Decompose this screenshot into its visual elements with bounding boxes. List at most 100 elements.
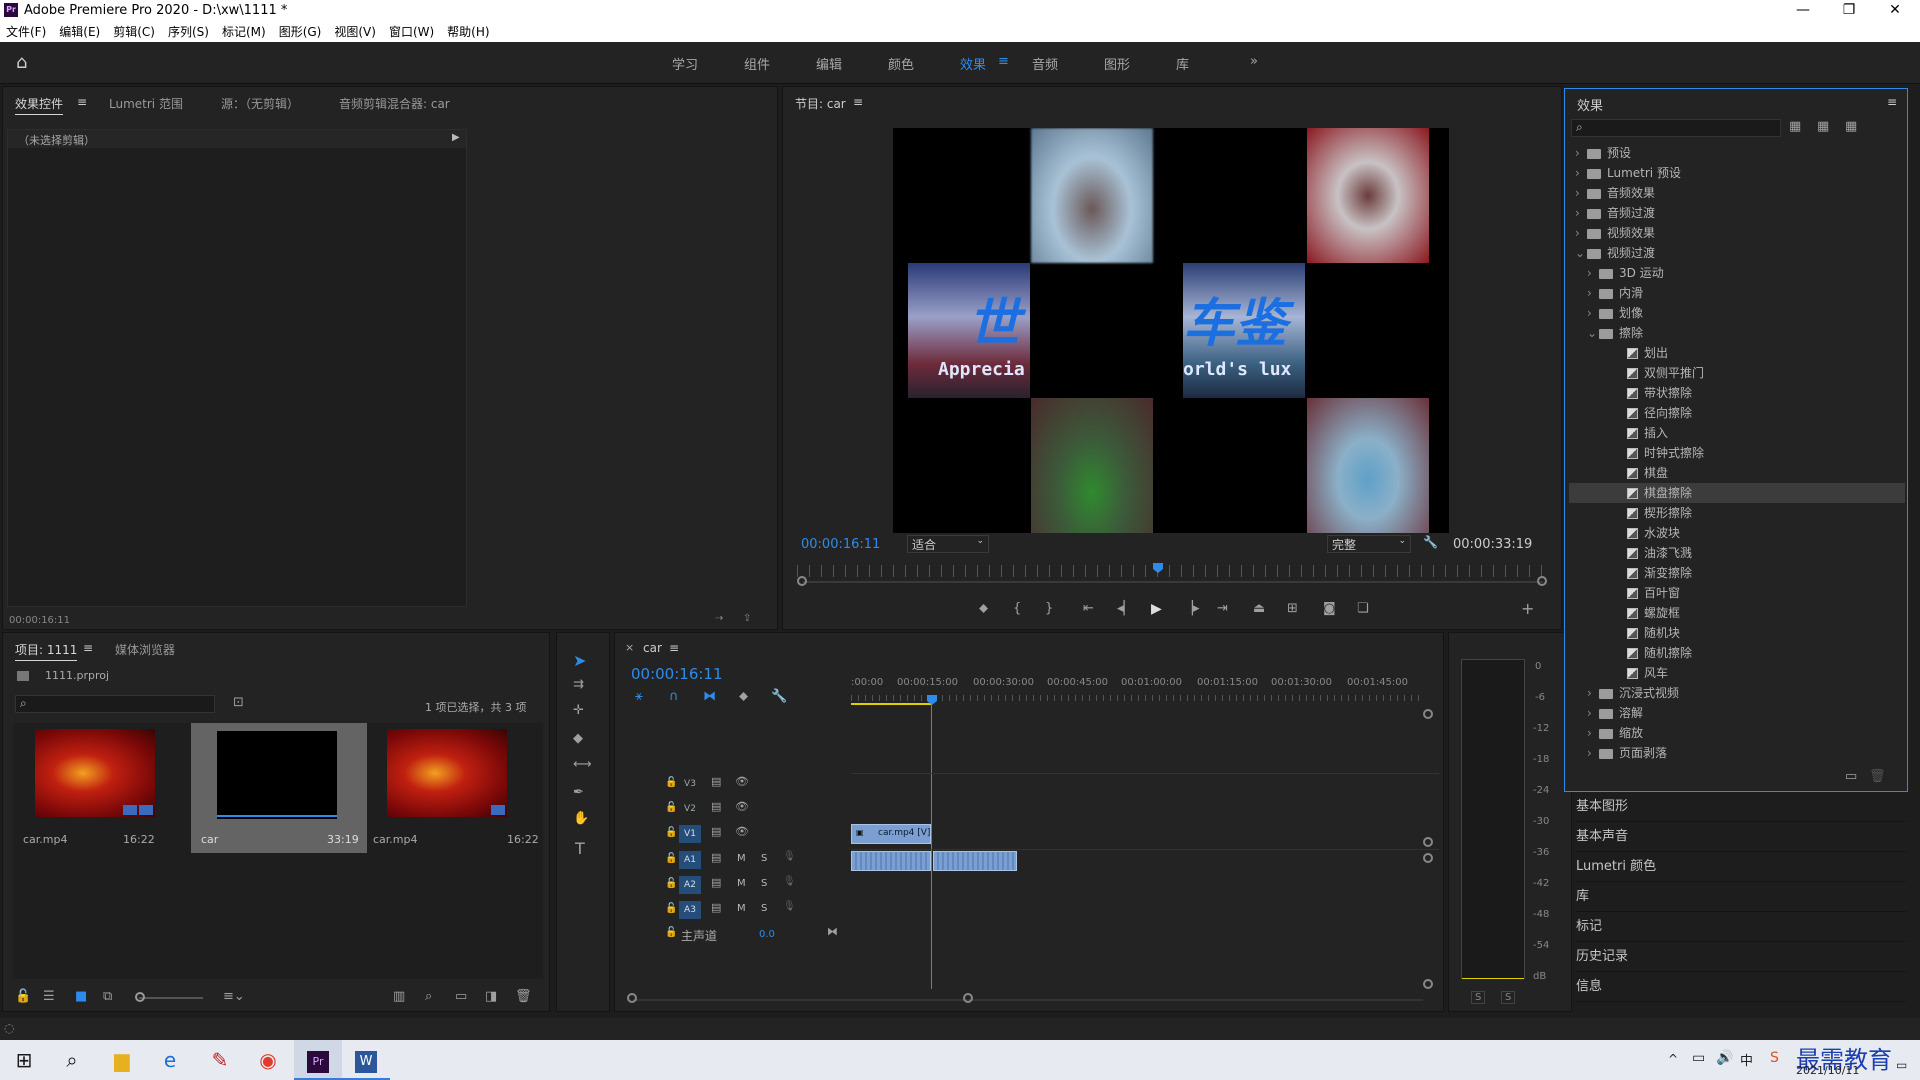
effects-folder[interactable]: › 溶解 [1569, 703, 1905, 723]
zoom-bar[interactable] [803, 581, 1543, 583]
effect-item[interactable]: 划出 [1569, 343, 1905, 363]
effects-folder[interactable]: › 内滑 [1569, 283, 1905, 303]
nest-icon[interactable]: ⚹ [635, 689, 643, 704]
file-explorer-icon[interactable]: ▆ [98, 1040, 146, 1080]
volume-icon[interactable]: 🔊 [1716, 1050, 1733, 1066]
tray-up-arrow-icon[interactable]: ^ [1668, 1052, 1678, 1066]
effect-item[interactable]: 时钟式擦除 [1569, 443, 1905, 463]
sync-lock-icon[interactable]: ▤ [711, 876, 721, 889]
play-icon[interactable]: ▶ [1151, 601, 1162, 617]
type-tool-icon[interactable]: T [575, 839, 585, 858]
solo-left-button[interactable]: S [1471, 991, 1486, 1004]
ime-indicator[interactable]: 中 [1740, 1050, 1753, 1069]
tab-lumetri-scopes[interactable]: Lumetri 范围 [109, 95, 183, 112]
workspace-audio[interactable]: 音频 [1032, 54, 1058, 73]
paint-app-icon[interactable]: ✎ [196, 1040, 244, 1080]
automate-icon[interactable]: ▥ [393, 989, 405, 1004]
menu-graphics[interactable]: 图形(G) [279, 22, 322, 42]
effects-folder[interactable]: ⌄ 视频过渡 [1569, 243, 1905, 263]
menu-window[interactable]: 窗口(W) [389, 22, 434, 42]
track-label-v1[interactable]: V1 [679, 825, 701, 843]
sync-lock-icon[interactable]: ▤ [711, 901, 721, 914]
panel-markers[interactable]: 标记 [1576, 912, 1906, 942]
mic-icon[interactable]: 🎙 [783, 851, 796, 862]
scroll-handle[interactable] [1423, 709, 1433, 719]
effects-search-input[interactable]: ⌕ [1571, 119, 1781, 137]
more-workspaces-icon[interactable]: » [1250, 54, 1258, 69]
word-taskbar-icon[interactable]: W [342, 1040, 390, 1080]
menu-edit[interactable]: 编辑(E) [59, 22, 100, 42]
panel-menu-icon[interactable]: ≡ [83, 641, 93, 655]
zoom-slider[interactable] [139, 997, 203, 999]
chevron-right-icon[interactable]: › [1587, 303, 1599, 323]
lock-icon[interactable]: 🔓 [665, 777, 677, 788]
panel-menu-icon[interactable]: ≡ [1887, 95, 1897, 109]
panel-menu-icon[interactable]: ≡ [77, 95, 87, 109]
scroll-handle[interactable] [627, 993, 637, 1003]
track-label-a3[interactable]: A3 [679, 901, 701, 919]
fit-select[interactable]: 适合 ⌄ [907, 535, 989, 553]
zoom-handle-right[interactable] [1537, 576, 1547, 586]
project-item[interactable]: car.mp4 16:22 [369, 725, 539, 853]
effect-item[interactable]: 双侧平推门 [1569, 363, 1905, 383]
panel-lumetri-color[interactable]: Lumetri 颜色 [1576, 852, 1906, 882]
effects-folder[interactable]: › 划像 [1569, 303, 1905, 323]
add-button-icon[interactable]: + [1521, 599, 1534, 618]
track-label-v3[interactable]: V3 [679, 775, 701, 793]
solo-button[interactable]: S [761, 903, 767, 914]
effect-item[interactable]: 随机擦除 [1569, 643, 1905, 663]
effects-folder[interactable]: › 视频效果 [1569, 223, 1905, 243]
ripple-edit-tool-icon[interactable]: ✛ [573, 703, 584, 718]
scroll-handle[interactable] [1423, 853, 1433, 863]
chevron-right-icon[interactable]: › [1575, 203, 1587, 223]
icon-view-icon[interactable]: ■ [75, 989, 87, 1004]
work-area-bar[interactable] [851, 703, 931, 705]
chevron-down-icon[interactable]: ⌄ [1587, 323, 1599, 343]
effect-item[interactable]: 楔形擦除 [1569, 503, 1905, 523]
chevron-right-icon[interactable]: › [1575, 223, 1587, 243]
sync-lock-icon[interactable]: ▤ [711, 851, 721, 864]
lock-icon[interactable]: 🔓 [665, 903, 677, 914]
maximize-button[interactable]: ❐ [1826, 0, 1872, 22]
new-bin-icon[interactable]: ▭ [455, 989, 467, 1004]
effect-item[interactable]: 油漆飞溅 [1569, 543, 1905, 563]
lift-icon[interactable]: ⏏ [1253, 601, 1265, 616]
timeline-ruler[interactable]: :00:00 00:00:15:00 00:00:30:00 00:00:45:… [851, 677, 1441, 701]
workspace-editing[interactable]: 编辑 [816, 54, 842, 73]
new-item-icon[interactable]: ◨ [485, 989, 497, 1004]
effect-item[interactable]: 带状擦除 [1569, 383, 1905, 403]
effect-item[interactable]: 径向擦除 [1569, 403, 1905, 423]
chevron-down-icon[interactable]: ⌄ [1575, 243, 1587, 263]
slip-tool-icon[interactable]: ⟷ [573, 757, 592, 772]
menu-view[interactable]: 视图(V) [334, 22, 376, 42]
effects-folder[interactable]: › 预设 [1569, 143, 1905, 163]
lock-icon[interactable]: 🔓 [665, 853, 677, 864]
menu-clip[interactable]: 剪辑(C) [113, 22, 155, 42]
chevron-right-icon[interactable]: › [1587, 263, 1599, 283]
audio-clip-a1[interactable] [851, 851, 931, 871]
panel-history[interactable]: 历史记录 [1576, 942, 1906, 972]
trash-icon[interactable]: 🗑 [515, 989, 532, 1004]
network-icon[interactable]: ▭ [1692, 1050, 1705, 1066]
wrench-icon[interactable]: 🔧 [771, 689, 787, 704]
step-back-icon[interactable]: ◂▏ [1117, 601, 1134, 616]
workspace-libraries[interactable]: 库 [1176, 54, 1189, 73]
tab-audio-clip-mixer[interactable]: 音频剪辑混合器: car [339, 95, 450, 112]
scroll-handle[interactable] [1423, 979, 1433, 989]
panel-menu-icon[interactable]: ≡ [669, 641, 679, 655]
track-select-tool-icon[interactable]: ⇉ [573, 677, 584, 692]
effects-folder[interactable]: › 沉浸式视频 [1569, 683, 1905, 703]
extract-icon[interactable]: ⊞ [1287, 601, 1298, 616]
32bit-effects-icon[interactable]: ▦ [1817, 119, 1829, 134]
eye-icon[interactable]: 👁 [735, 825, 749, 838]
effect-item[interactable]: 插入 [1569, 423, 1905, 443]
lock-icon[interactable]: 🔓 [665, 927, 677, 938]
tab-sequence[interactable]: car [643, 641, 662, 655]
master-volume-value[interactable]: 0.0 [759, 929, 775, 940]
effects-folder[interactable]: › 音频过渡 [1569, 203, 1905, 223]
mark-in-icon[interactable]: { [1013, 601, 1021, 616]
eye-icon[interactable]: 👁 [735, 775, 749, 788]
quality-select[interactable]: 完整 ⌄ [1327, 535, 1411, 553]
mute-button[interactable]: M [737, 903, 746, 914]
premiere-taskbar-icon[interactable]: Pr [294, 1040, 342, 1080]
